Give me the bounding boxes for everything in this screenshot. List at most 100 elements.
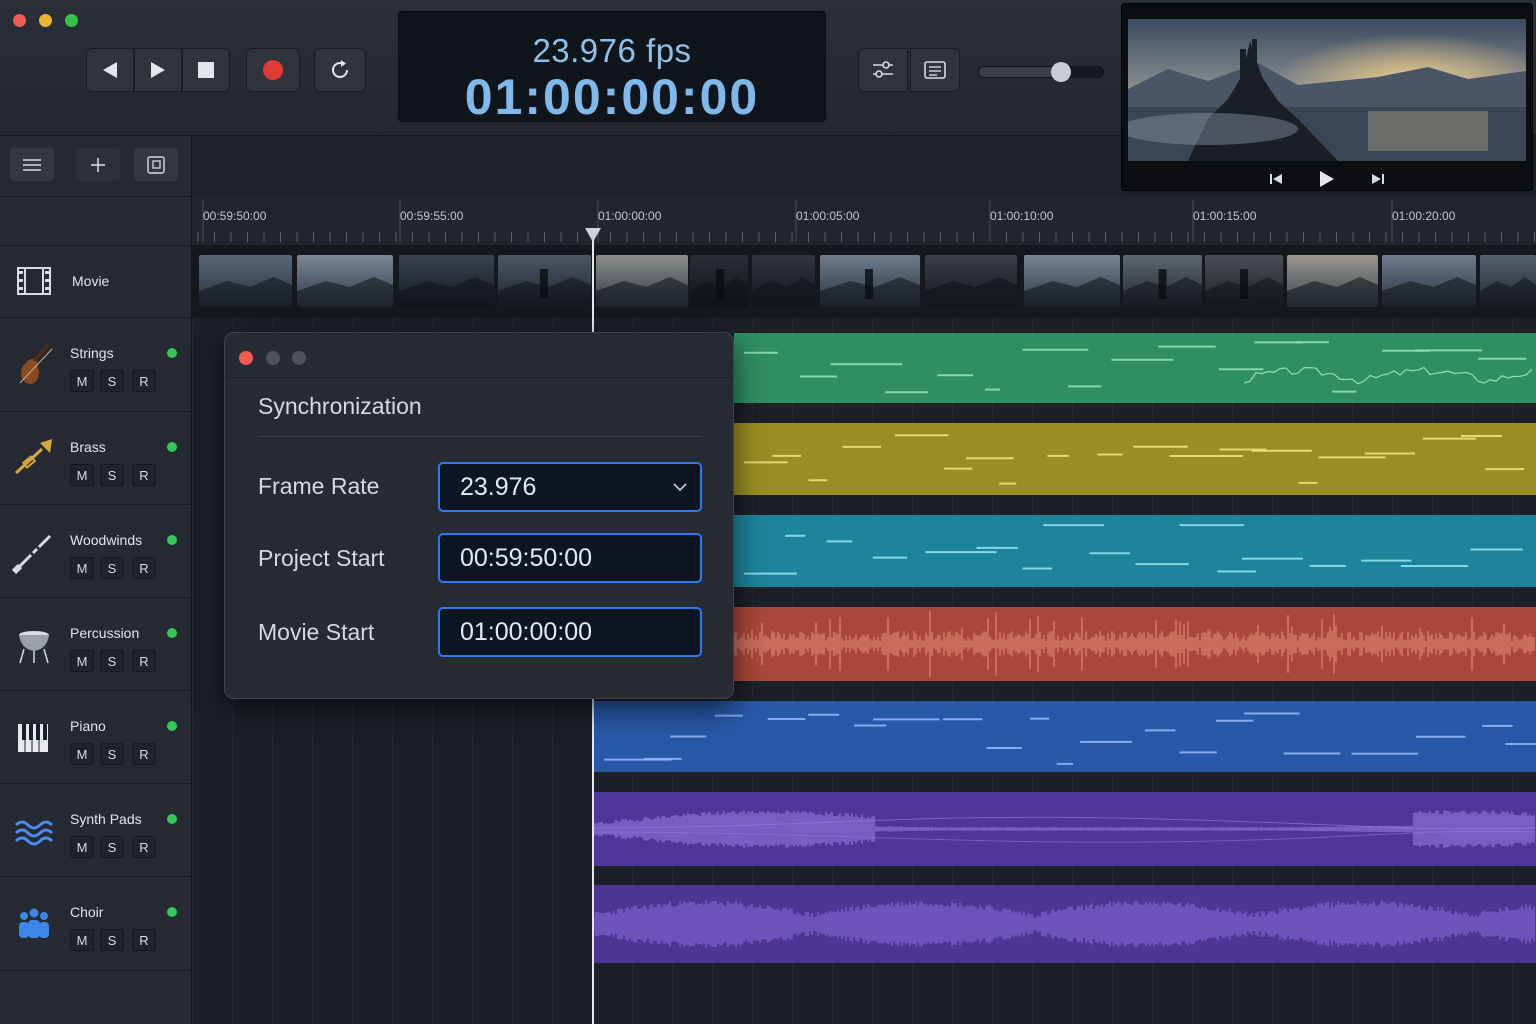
solo-button[interactable]: S xyxy=(100,557,124,579)
piano-region[interactable] xyxy=(594,701,1536,772)
frame-rate-value: 23.976 xyxy=(460,473,537,501)
mute-button[interactable]: M xyxy=(70,650,94,672)
solo-button[interactable]: S xyxy=(100,650,124,672)
lcd-display[interactable]: 23.976 fps 01:00:00:00 xyxy=(398,11,826,125)
viewer-play-icon[interactable] xyxy=(1319,170,1335,188)
movie-viewer xyxy=(1121,3,1533,191)
volume-knob[interactable] xyxy=(1050,62,1071,82)
duplicate-track-button[interactable] xyxy=(134,148,178,181)
track-list-button[interactable] xyxy=(10,148,54,181)
mute-button[interactable]: M xyxy=(70,464,94,486)
solo-button[interactable]: S xyxy=(100,743,124,765)
solo-button[interactable]: S xyxy=(100,929,124,951)
track-active-indicator xyxy=(167,348,177,358)
play-button[interactable] xyxy=(134,48,182,92)
mixer-button[interactable] xyxy=(858,48,908,92)
track-header-movie[interactable]: Movie xyxy=(0,246,191,318)
track-name: Percussion xyxy=(70,625,140,641)
mute-button[interactable]: M xyxy=(70,557,94,579)
track-active-indicator xyxy=(167,442,177,452)
zoom-window-button[interactable] xyxy=(65,14,78,27)
mute-button[interactable]: M xyxy=(70,929,94,951)
record-button[interactable]: R xyxy=(132,650,156,672)
project-start-field[interactable]: 00:59:50:00 xyxy=(438,533,702,583)
frame-rate-select[interactable]: 23.976 xyxy=(438,462,702,512)
trumpet-icon xyxy=(14,438,52,474)
track-active-indicator xyxy=(167,628,177,638)
movie-thumbnail xyxy=(1024,255,1120,307)
mute-button[interactable]: M xyxy=(70,743,94,765)
ruler-label: 00:59:50:00 xyxy=(203,209,267,223)
minimize-window-button[interactable] xyxy=(39,14,52,27)
track-header-strings[interactable]: Strings M S R xyxy=(0,318,191,412)
timeline-top-bar xyxy=(192,136,1121,196)
movie-start-field[interactable]: 01:00:00:00 xyxy=(438,607,702,657)
choir-region[interactable] xyxy=(594,885,1536,963)
dialog-titlebar-divider xyxy=(225,377,733,378)
playhead-handle[interactable] xyxy=(585,228,601,242)
track-header-percussion[interactable]: Percussion M S R xyxy=(0,598,191,691)
synth-pads-region[interactable] xyxy=(594,792,1536,866)
track-header-synth-pads[interactable]: Synth Pads M S R xyxy=(0,784,191,877)
piano-icon xyxy=(18,723,48,752)
brass-region[interactable] xyxy=(734,423,1536,495)
track-header-brass[interactable]: Brass M S R xyxy=(0,412,191,505)
track-name: Movie xyxy=(72,273,110,289)
dialog-minimize-button xyxy=(266,351,280,365)
record-button[interactable]: R xyxy=(132,743,156,765)
ruler-label: 01:00:00:00 xyxy=(598,209,662,223)
dialog-close-button[interactable] xyxy=(239,351,253,365)
solo-button[interactable]: S xyxy=(100,370,124,392)
title-separator xyxy=(258,436,702,437)
duplicate-icon xyxy=(147,155,165,174)
record-button[interactable]: R xyxy=(132,836,156,858)
ruler-label: 01:00:10:00 xyxy=(990,209,1054,223)
record-button[interactable] xyxy=(246,48,300,92)
movie-thumbnail xyxy=(690,255,748,307)
movie-thumbnail xyxy=(820,255,920,307)
clarinet-icon xyxy=(12,534,52,574)
movie-thumbnail xyxy=(1205,255,1283,307)
woodwinds-region[interactable] xyxy=(734,515,1536,587)
movie-start-label: Movie Start xyxy=(258,619,375,645)
close-window-button[interactable] xyxy=(13,14,26,27)
track-name: Strings xyxy=(70,345,114,361)
list-editor-button[interactable] xyxy=(910,48,960,92)
movie-thumbnail xyxy=(1123,255,1202,307)
skip-forward-icon[interactable] xyxy=(1371,172,1385,186)
mute-button[interactable]: M xyxy=(70,836,94,858)
record-button[interactable]: R xyxy=(132,929,156,951)
track-header-choir[interactable]: Choir M S R xyxy=(0,877,191,971)
track-active-indicator xyxy=(167,907,177,917)
track-active-indicator xyxy=(167,721,177,731)
add-track-button[interactable] xyxy=(76,148,120,181)
percussion-region[interactable] xyxy=(734,607,1536,681)
record-button[interactable]: R xyxy=(132,557,156,579)
track-name: Woodwinds xyxy=(70,532,143,548)
time-ruler[interactable] xyxy=(192,196,1536,246)
dialog-zoom-button xyxy=(292,351,306,365)
frame-rate-display: 23.976 fps xyxy=(532,32,692,69)
movie-thumbnail xyxy=(1480,255,1536,307)
strings-region[interactable] xyxy=(734,333,1536,403)
stop-button[interactable] xyxy=(182,48,230,92)
solo-button[interactable]: S xyxy=(100,464,124,486)
mute-button[interactable]: M xyxy=(70,370,94,392)
record-button[interactable]: R xyxy=(132,370,156,392)
movie-thumbnail-strip[interactable] xyxy=(192,246,1536,318)
track-header-woodwinds[interactable]: Woodwinds M S R xyxy=(0,505,191,598)
cycle-button[interactable] xyxy=(314,48,366,92)
sliders-icon xyxy=(873,61,893,78)
track-name: Piano xyxy=(70,718,106,734)
menu-icon xyxy=(23,158,41,171)
master-volume-slider[interactable] xyxy=(978,62,1104,82)
movie-thumbnail xyxy=(752,255,815,307)
movie-thumbnail xyxy=(297,255,393,307)
record-button[interactable]: R xyxy=(132,464,156,486)
track-header-piano[interactable]: Piano M S R xyxy=(0,691,191,784)
rewind-button[interactable] xyxy=(86,48,134,92)
solo-button[interactable]: S xyxy=(100,836,124,858)
violin-icon xyxy=(19,344,53,384)
dialog-title: Synchronization xyxy=(258,393,422,419)
skip-back-icon[interactable] xyxy=(1269,172,1283,186)
